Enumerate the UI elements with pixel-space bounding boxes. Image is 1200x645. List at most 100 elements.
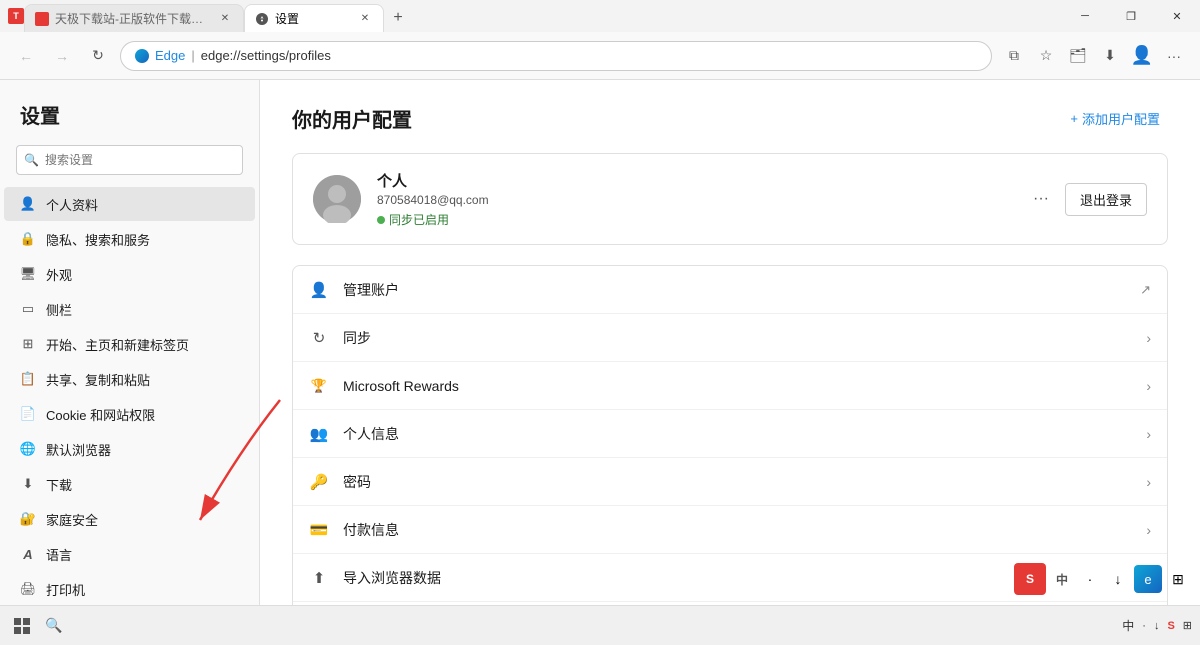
settings-sync[interactable]: ↻ 同步 ›: [293, 314, 1167, 362]
tab2-favicon: [255, 12, 269, 26]
address-input[interactable]: Edge | edge://settings/profiles: [120, 41, 992, 71]
refresh-button[interactable]: ↻: [84, 42, 112, 70]
more-btn[interactable]: ···: [1160, 42, 1188, 70]
tab1-favicon: [35, 12, 49, 26]
manage-account-icon: 👤: [309, 280, 329, 300]
rewards-arrow-icon: ›: [1146, 378, 1151, 394]
download-icon: ⬇: [20, 476, 36, 492]
address-url: edge://settings/profiles: [201, 48, 331, 63]
payment-icon: 💳: [309, 520, 329, 540]
floating-icon-1[interactable]: S: [1014, 563, 1046, 595]
tab2-title: 设置: [275, 10, 351, 27]
profile-icon: 👤: [20, 196, 36, 212]
collections-btn[interactable]: 🗂: [1064, 42, 1092, 70]
sidebar-item-appearance[interactable]: 🖥 外观: [4, 257, 255, 291]
sidebar-item-print[interactable]: 🖨 打印机: [4, 572, 255, 606]
window-controls: ─ ❐ ✕: [1062, 0, 1200, 32]
tab2-close[interactable]: ✕: [357, 11, 373, 27]
sync-status-dot: [377, 216, 385, 224]
settings-payment[interactable]: 💳 付款信息 ›: [293, 506, 1167, 554]
search-box: 🔍: [16, 145, 243, 175]
privacy-icon: 🔒: [20, 231, 36, 247]
personal-info-icon: 👥: [309, 424, 329, 444]
minimize-button[interactable]: ─: [1062, 0, 1108, 32]
split-view-btn[interactable]: ⧉: [1000, 42, 1028, 70]
floating-icon-2: 中: [1050, 567, 1074, 591]
share-label: 共享、复制和粘贴: [46, 370, 150, 389]
tab-2[interactable]: 设置 ✕: [244, 4, 384, 32]
sidebar-item-privacy[interactable]: 🔒 隐私、搜索和服务: [4, 222, 255, 256]
password-icon: 🔑: [309, 472, 329, 492]
print-label: 打印机: [46, 580, 85, 599]
download-label: 下载: [46, 475, 72, 494]
title-bar-left: T: [8, 8, 24, 24]
sync-label: 同步: [343, 328, 1132, 348]
print-icon: 🖨: [20, 581, 36, 597]
sidebar-title: 设置: [0, 100, 259, 145]
floating-icon-3: ·: [1078, 567, 1102, 591]
profile-card: 个人 870584018@qq.com 同步已启用 ··· 退出登录: [292, 153, 1168, 245]
logout-button[interactable]: 退出登录: [1065, 183, 1147, 216]
sidebar: 设置 🔍 👤 个人资料 🔒 隐私、搜索和服务 🖥 外观 ▭ 侧栏 ⊞ 开始、主页…: [0, 80, 260, 645]
manage-account-label: 管理账户: [343, 280, 1126, 300]
floating-icon-5: ⊞: [1166, 567, 1190, 591]
taskbar-start[interactable]: [8, 612, 36, 640]
sync-status-text: 同步已启用: [389, 211, 449, 228]
page-title: 你的用户配置: [292, 104, 412, 133]
toolbar-right: ⧉ ☆ 🗂 ⬇ 👤 ···: [1000, 42, 1188, 70]
profile-btn[interactable]: 👤: [1128, 42, 1156, 70]
content-header: 你的用户配置 + 添加用户配置: [292, 104, 1168, 133]
sidebar-item-profile[interactable]: 👤 个人资料: [4, 187, 255, 221]
downloads-btn[interactable]: ⬇: [1096, 42, 1124, 70]
taskbar-ime: 中: [1122, 617, 1134, 634]
rewards-icon: 🏆: [309, 376, 329, 396]
payment-label: 付款信息: [343, 520, 1132, 540]
start-label: 开始、主页和新建标签页: [46, 335, 189, 354]
add-tab-button[interactable]: +: [384, 4, 412, 32]
address-edge-text: Edge: [155, 48, 185, 63]
taskbar-right: 中 · ↓ S ⊞: [1122, 617, 1192, 634]
sidebar-item-sidebar[interactable]: ▭ 侧栏: [4, 292, 255, 326]
profile-more-button[interactable]: ···: [1029, 186, 1053, 212]
settings-manage-account[interactable]: 👤 管理账户 ↗: [293, 266, 1167, 314]
favorites-btn[interactable]: ☆: [1032, 42, 1060, 70]
close-button[interactable]: ✕: [1154, 0, 1200, 32]
sidebar-item-family[interactable]: 🔐 家庭安全: [4, 502, 255, 536]
sidebar-item-share[interactable]: 📋 共享、复制和粘贴: [4, 362, 255, 396]
personal-info-arrow-icon: ›: [1146, 426, 1151, 442]
sidebar-item-start[interactable]: ⊞ 开始、主页和新建标签页: [4, 327, 255, 361]
appearance-icon: 🖥: [20, 266, 36, 282]
sidebar-item-download[interactable]: ⬇ 下载: [4, 467, 255, 501]
settings-rewards[interactable]: 🏆 Microsoft Rewards ›: [293, 362, 1167, 410]
rewards-label: Microsoft Rewards: [343, 378, 1132, 394]
settings-personal-info[interactable]: 👥 个人信息 ›: [293, 410, 1167, 458]
browser-label: 默认浏览器: [46, 440, 111, 459]
back-button[interactable]: ←: [12, 42, 40, 70]
forward-button[interactable]: →: [48, 42, 76, 70]
personal-info-label: 个人信息: [343, 424, 1132, 444]
restore-button[interactable]: ❐: [1108, 0, 1154, 32]
share-icon: 📋: [20, 371, 36, 387]
address-separator: |: [191, 48, 194, 63]
appearance-label: 外观: [46, 265, 72, 284]
edge-favicon: [135, 49, 149, 63]
taskbar-search[interactable]: 🔍: [40, 612, 68, 640]
floating-edge-icon[interactable]: e: [1134, 565, 1162, 593]
tab1-title: 天极下载站-正版软件下载平台-...: [55, 10, 211, 27]
payment-arrow-icon: ›: [1146, 522, 1151, 538]
floating-icon-4: ↓: [1106, 567, 1130, 591]
tab-1[interactable]: 天极下载站-正版软件下载平台-... ✕: [24, 4, 244, 32]
sidebar-item-language[interactable]: A 语言: [4, 537, 255, 571]
privacy-label: 隐私、搜索和服务: [46, 230, 150, 249]
profile-email: 870584018@qq.com: [377, 193, 1013, 207]
settings-password[interactable]: 🔑 密码 ›: [293, 458, 1167, 506]
add-profile-label: 添加用户配置: [1082, 109, 1160, 128]
taskbar-app: S: [1167, 620, 1174, 632]
tab1-close[interactable]: ✕: [217, 11, 233, 27]
search-input[interactable]: [16, 145, 243, 175]
add-profile-button[interactable]: + 添加用户配置: [1062, 105, 1168, 132]
cookies-label: Cookie 和网站权限: [46, 405, 155, 424]
sidebar-item-cookies[interactable]: 📄 Cookie 和网站权限: [4, 397, 255, 431]
sidebar-item-browser[interactable]: 🌐 默认浏览器: [4, 432, 255, 466]
add-profile-icon: +: [1070, 111, 1078, 126]
